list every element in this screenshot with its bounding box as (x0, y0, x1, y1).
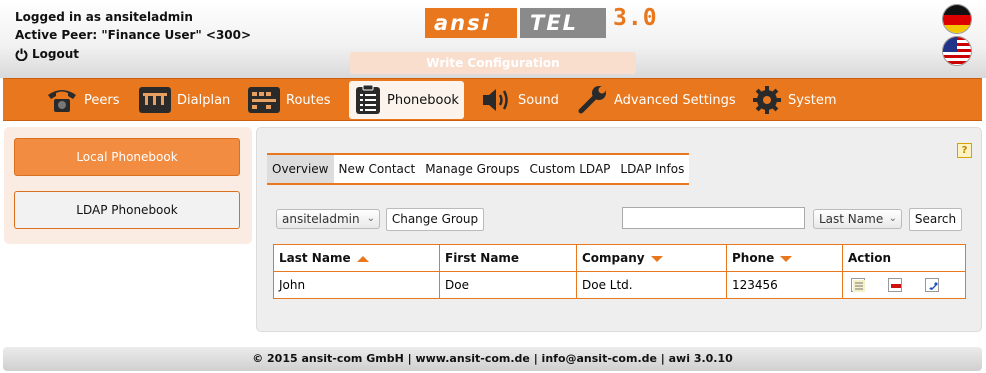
footer: © 2015 ansit-com GmbH | www.ansit-com.de… (3, 347, 982, 371)
nav-phonebook-label: Phonebook (387, 92, 459, 108)
group-select[interactable]: ansiteladmin ⌄ (276, 209, 380, 229)
ansitel-logo: ansi TEL 3.0 (425, 5, 687, 40)
cell-company: Doe Ltd. (576, 271, 727, 299)
nav-routes[interactable]: Routes (247, 81, 331, 119)
cell-actions (842, 271, 966, 299)
cell-phone: 123456 (726, 271, 843, 299)
delete-contact-icon[interactable] (888, 278, 902, 293)
gear-icon (751, 85, 783, 115)
sort-descending-icon (780, 255, 793, 262)
tab-manage-groups[interactable]: Manage Groups (420, 155, 524, 183)
call-contact-icon[interactable] (925, 278, 939, 293)
col-phone-label: Phone (732, 251, 775, 265)
col-action: Action (842, 244, 966, 272)
search-input[interactable] (622, 207, 805, 229)
cell-last-name: John (273, 271, 440, 299)
search-field-value: Last Name (819, 212, 884, 226)
ldap-phonebook-button[interactable]: LDAP Phonebook (14, 191, 240, 229)
nav-advanced-settings[interactable]: Advanced Settings (577, 81, 736, 119)
nav-advanced-settings-label: Advanced Settings (614, 92, 736, 108)
search-field-select[interactable]: Last Name ⌄ (813, 209, 902, 229)
nav-peers-label: Peers (84, 92, 120, 108)
nav-sound[interactable]: Sound (481, 81, 559, 119)
col-company[interactable]: Company (576, 244, 727, 272)
sort-ascending-icon (356, 255, 369, 262)
german-flag-icon[interactable] (942, 4, 972, 34)
write-configuration-button[interactable]: Write Configuration (350, 52, 636, 74)
tab-ldap-infos[interactable]: LDAP Infos (615, 155, 689, 183)
nav-peers[interactable]: Peers (45, 81, 120, 119)
nav-dialplan-label: Dialplan (177, 92, 231, 108)
logo-ansi: ansi (425, 8, 517, 38)
tab-custom-ldap[interactable]: Custom LDAP (524, 155, 615, 183)
group-select-value: ansiteladmin (282, 212, 360, 226)
logout-button[interactable]: Logout (15, 47, 79, 61)
search-button[interactable]: Search (909, 208, 962, 231)
dialplan-icon (138, 85, 172, 115)
phonebook-sidebar: Local Phonebook LDAP Phonebook (4, 127, 252, 244)
main-navigation: Peers Dialplan Routes Phonebook Sound Ad… (3, 78, 982, 121)
local-phonebook-button[interactable]: Local Phonebook (14, 138, 240, 176)
col-action-label: Action (848, 251, 892, 265)
change-group-button[interactable]: Change Group (386, 208, 484, 231)
nav-dialplan[interactable]: Dialplan (138, 81, 230, 119)
speaker-icon (481, 85, 513, 115)
col-first-name-label: First Name (445, 251, 520, 265)
contacts-table: Last Name First Name Company Phone Actio… (273, 244, 966, 299)
cell-first-name: Doe (439, 271, 577, 299)
us-flag-icon[interactable] (942, 36, 972, 66)
logout-label: Logout (32, 47, 80, 61)
phonebook-icon (354, 85, 382, 115)
edit-contact-icon[interactable] (851, 278, 865, 293)
nav-system[interactable]: System (751, 81, 836, 119)
logo-tel: TEL (520, 8, 606, 38)
wrench-icon (577, 85, 609, 115)
chevron-down-icon: ⌄ (366, 213, 375, 224)
phonebook-tabs: Overview New Contact Manage Groups Custo… (267, 153, 690, 185)
active-peer-text: Active Peer: "Finance User" <300> (15, 28, 252, 42)
nav-system-label: System (788, 92, 837, 108)
power-icon (15, 48, 28, 61)
table-row: John Doe Doe Ltd. 123456 (273, 271, 966, 299)
tab-new-contact[interactable]: New Contact (334, 155, 421, 183)
tab-overview[interactable]: Overview (267, 155, 334, 183)
logo-version: 3.0 (613, 5, 658, 31)
logged-in-text: Logged in as ansiteladmin (15, 10, 193, 24)
help-icon[interactable]: ? (957, 143, 972, 158)
chevron-down-icon: ⌄ (888, 213, 897, 224)
nav-routes-label: Routes (286, 92, 331, 108)
sort-descending-icon (650, 255, 663, 262)
col-first-name[interactable]: First Name (439, 244, 577, 272)
col-phone[interactable]: Phone (726, 244, 843, 272)
header: Logged in as ansiteladmin Active Peer: "… (0, 0, 986, 78)
table-header-row: Last Name First Name Company Phone Actio… (273, 244, 966, 272)
col-last-name[interactable]: Last Name (273, 244, 440, 272)
col-company-label: Company (582, 251, 645, 265)
col-last-name-label: Last Name (279, 251, 351, 265)
nav-sound-label: Sound (518, 92, 559, 108)
nav-phonebook[interactable]: Phonebook (349, 81, 464, 119)
telephone-icon (45, 85, 79, 115)
routes-icon (247, 85, 281, 115)
